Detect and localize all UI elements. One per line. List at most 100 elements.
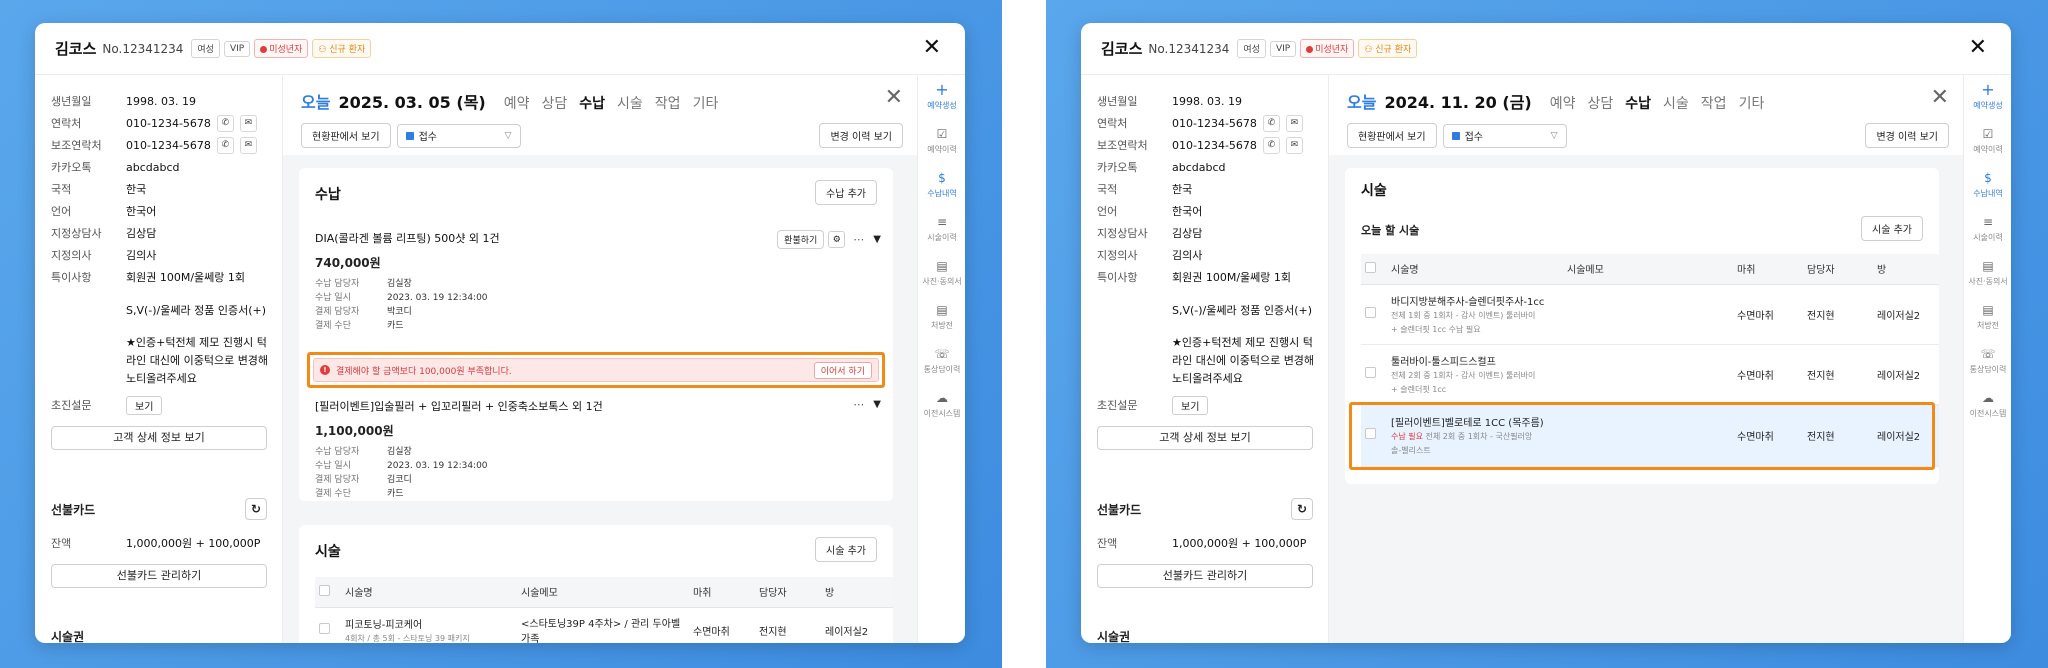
date-display[interactable]: 2025. 03. 05 (목) [338, 89, 485, 113]
lang-label: 언어 [1097, 205, 1118, 218]
rail-legacy-system[interactable]: ☁ 이전시스템 [1964, 383, 2011, 427]
more-icon[interactable]: ⋯ [853, 398, 865, 411]
change-history-button[interactable]: 변경 이력 보기 [1865, 123, 1949, 148]
tab-procedure[interactable]: 시술 [617, 93, 643, 113]
add-payment-button[interactable]: 수납 추가 [815, 180, 877, 205]
change-history-button[interactable]: 변경 이력 보기 [819, 123, 903, 148]
minor-badge: 미성년자 [1300, 39, 1355, 58]
rail-create-reservation[interactable]: + 예약생성 [918, 75, 965, 119]
nation-label: 국적 [1097, 183, 1118, 196]
tab-consult[interactable]: 상담 [1588, 93, 1614, 113]
lang-value: 한국어 [126, 205, 157, 218]
rail-call-history[interactable]: ☏ 통상담이력 [918, 339, 965, 383]
message-icon[interactable]: ✉ [1285, 114, 1303, 132]
alert-dot-icon [260, 46, 268, 53]
memo-line: ★인증+턱전체 제모 진행시 턱라인 대신에 이중턱으로 변경해 노티올려주세요 [126, 336, 269, 385]
rail-prescription[interactable]: ▤ 처방전 [1964, 295, 2011, 339]
table-row[interactable]: 피코토닝-피코케어 4회차 / 총 5회 - 스타토닝 39 패키지 <스타토닝3… [315, 607, 893, 643]
survey-view-button[interactable]: 보기 [126, 395, 163, 415]
call-icon[interactable]: ✆ [1262, 114, 1280, 132]
select-all-checkbox[interactable] [1365, 261, 1376, 273]
tab-etc[interactable]: 기타 [1739, 93, 1765, 113]
tab-consult[interactable]: 상담 [542, 93, 568, 113]
calendar-check-icon: ☑ [936, 127, 948, 141]
tab-reservation[interactable]: 예약 [1550, 93, 1576, 113]
settings-icon[interactable]: ⚙ [828, 231, 846, 248]
board-view-button[interactable]: 현황판에서 보기 [1347, 123, 1437, 148]
rail-legacy-system[interactable]: ☁ 이전시스템 [918, 383, 965, 427]
survey-view-button[interactable]: 보기 [1172, 395, 1209, 415]
prepaid-manage-button[interactable]: 선불카드 관리하기 [1097, 564, 1313, 588]
cloud-icon: ☁ [936, 391, 948, 405]
phone2-label: 보조연락처 [1097, 139, 1148, 152]
tab-etc[interactable]: 기타 [693, 93, 719, 113]
tab-work[interactable]: 작업 [655, 93, 681, 113]
chevron-down-icon: ▽ [1550, 130, 1558, 141]
close-icon[interactable]: ✕ [885, 85, 903, 110]
document-icon: ▤ [936, 259, 948, 273]
row-checkbox[interactable] [1365, 307, 1376, 318]
add-procedure-button[interactable]: 시술 추가 [1861, 216, 1923, 241]
table-row[interactable]: 바디지방분해주사-슬렌더핏주사-1cc 전체 1회 중 1회차 - 감사 이벤트)… [1361, 284, 1939, 345]
call-icon[interactable]: ✆ [216, 114, 234, 132]
rail-procedure-history[interactable]: ≡ 시술이력 [918, 207, 965, 251]
close-icon[interactable]: ✕ [923, 37, 941, 59]
voucher-title: 시술권 [51, 630, 85, 643]
rail-photo-consent[interactable]: ▤ 사진·동의서 [1964, 251, 2011, 295]
memo-line: ★인증+턱전체 제모 진행시 턱라인 대신에 이중턱으로 변경해 노티올려주세요 [1172, 336, 1315, 385]
more-icon[interactable]: ⋯ [853, 233, 865, 246]
refresh-icon[interactable]: ↻ [245, 498, 267, 520]
rail-payment-history[interactable]: $ 수납내역 [918, 163, 965, 207]
notes-label: 특이사항 [51, 271, 92, 284]
customer-detail-button[interactable]: 고객 상세 정보 보기 [51, 426, 267, 450]
continue-button[interactable]: 이어서 하기 [813, 361, 872, 379]
tab-payment[interactable]: 수납 [1625, 93, 1651, 113]
prepaid-manage-button[interactable]: 선불카드 관리하기 [51, 564, 267, 588]
customer-detail-button[interactable]: 고객 상세 정보 보기 [1097, 426, 1313, 450]
select-all-checkbox[interactable] [319, 584, 330, 596]
board-view-button[interactable]: 현황판에서 보기 [301, 123, 391, 148]
gender-badge: 여성 [191, 39, 220, 58]
rail-reservation-history[interactable]: ☑ 예약이력 [1964, 119, 2011, 163]
message-icon[interactable]: ✉ [1285, 136, 1303, 154]
caret-down-icon[interactable]: ▼ [873, 234, 881, 245]
call-icon[interactable]: ✆ [1262, 136, 1280, 154]
kakao-value: abcdabcd [1172, 160, 1226, 174]
refund-button[interactable]: 환불하기 [777, 230, 825, 249]
document-icon: ▤ [1982, 303, 1994, 317]
close-icon[interactable]: ✕ [1931, 85, 1949, 110]
rail-photo-consent[interactable]: ▤ 사진·동의서 [918, 251, 965, 295]
tab-procedure[interactable]: 시술 [1663, 93, 1689, 113]
add-procedure-button[interactable]: 시술 추가 [815, 537, 877, 562]
table-row[interactable]: 툴러바이-툴스피드스컬프 전체 2회 중 1회차 - 감사 이벤트) 툴러바이 + … [1361, 344, 1939, 405]
row-checkbox[interactable] [319, 623, 330, 634]
kakao-label: 카카오톡 [1097, 161, 1138, 174]
counselor-label: 지정상담사 [1097, 227, 1148, 240]
tab-work[interactable]: 작업 [1701, 93, 1727, 113]
procedure-card: 시술 오늘 할 시술 시술 추가 시술명 시술메모 마취 담당자 방 바디지방분… [1345, 168, 1939, 484]
rail-call-history[interactable]: ☏ 통상담이력 [1964, 339, 2011, 383]
status-select[interactable]: 접수 ▽ [1442, 123, 1567, 148]
rail-prescription[interactable]: ▤ 처방전 [918, 295, 965, 339]
status-select[interactable]: 접수 ▽ [396, 123, 521, 148]
caret-down-icon[interactable]: ▼ [873, 399, 881, 410]
rail-reservation-history[interactable]: ☑ 예약이력 [918, 119, 965, 163]
tab-payment[interactable]: 수납 [579, 93, 605, 113]
date-display[interactable]: 2024. 11. 20 (금) [1384, 89, 1531, 113]
call-icon[interactable]: ✆ [216, 136, 234, 154]
prepaid-title: 선불카드 [51, 502, 96, 517]
refresh-icon[interactable]: ↻ [1291, 498, 1313, 520]
message-icon[interactable]: ✉ [239, 114, 257, 132]
rail-create-reservation[interactable]: + 예약생성 [1964, 75, 2011, 119]
kakao-label: 카카오톡 [51, 161, 92, 174]
today-label[interactable]: 오늘 [301, 89, 330, 113]
rail-procedure-history[interactable]: ≡ 시술이력 [1964, 207, 2011, 251]
message-icon[interactable]: ✉ [239, 136, 257, 154]
lang-label: 언어 [51, 205, 72, 218]
close-icon[interactable]: ✕ [1969, 37, 1987, 59]
person-icon: ⚇ [318, 45, 330, 55]
row-checkbox[interactable] [1365, 367, 1376, 378]
today-label[interactable]: 오늘 [1347, 89, 1376, 113]
tab-reservation[interactable]: 예약 [504, 93, 530, 113]
rail-payment-history[interactable]: $ 수납내역 [1964, 163, 2011, 207]
